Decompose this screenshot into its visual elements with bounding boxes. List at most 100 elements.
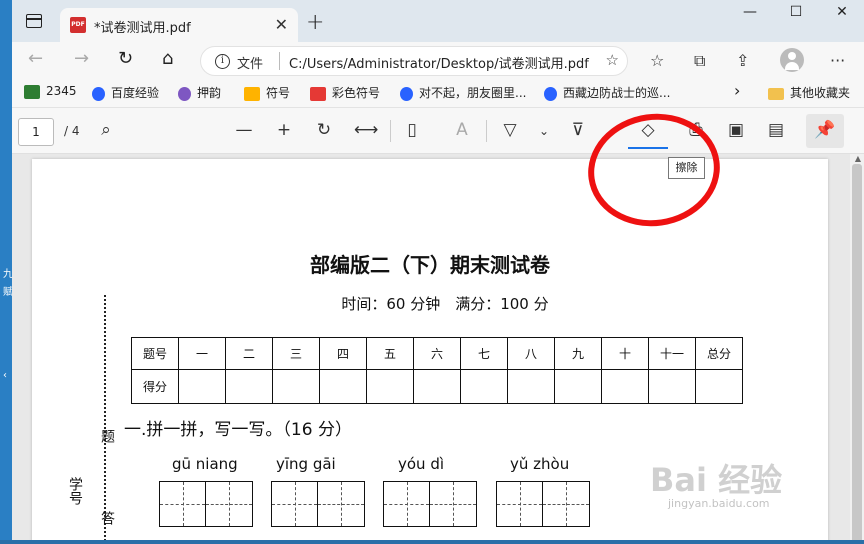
table-cell: 十一 xyxy=(648,337,696,370)
scrollbar[interactable]: ▲ xyxy=(850,154,864,544)
document-subtitle: 时间：60 分钟 满分：100 分 xyxy=(341,295,549,313)
forward-icon[interactable]: → xyxy=(74,48,89,69)
draw-icon[interactable]: ▽ xyxy=(498,120,522,140)
folder-icon xyxy=(768,87,784,100)
side-label-student-id: 学号 xyxy=(67,477,83,505)
address-bar[interactable]: i 文件 C:/Users/Administrator/Desktop/试卷测试… xyxy=(200,46,628,76)
table-cell xyxy=(272,369,320,404)
baidu-paw-icon xyxy=(92,86,105,101)
favorites-overflow-icon[interactable]: › xyxy=(734,81,740,100)
address-divider xyxy=(279,52,280,70)
tab-active[interactable]: PDF *试卷测试用.pdf ✕ xyxy=(60,8,298,42)
highlight-icon[interactable]: ⊽ xyxy=(566,120,590,140)
url-text[interactable]: C:/Users/Administrator/Desktop/试卷测试用.pdf xyxy=(289,53,589,72)
table-cell: 二 xyxy=(225,337,273,370)
table-cell xyxy=(319,369,367,404)
table-cell xyxy=(178,369,226,404)
new-tab-button[interactable]: + xyxy=(306,10,324,35)
chevron-down-icon[interactable]: ⌄ xyxy=(532,124,556,138)
close-icon[interactable]: ✕ xyxy=(275,15,288,34)
share-icon[interactable]: ⇪ xyxy=(736,51,749,70)
toolbar-divider xyxy=(486,120,487,142)
fav-item[interactable]: 彩色符号 xyxy=(310,84,380,101)
collections-icon[interactable]: ⧉ xyxy=(694,51,705,71)
table-cell xyxy=(601,369,649,404)
title-bar: PDF *试卷测试用.pdf ✕ + — ☐ ✕ xyxy=(12,0,864,42)
grid-cell xyxy=(497,482,543,526)
grid-cell xyxy=(318,482,364,526)
score-table: 题号 一 二 三 四 五 六 七 八 九 十 十一 总分 得分 xyxy=(131,337,743,404)
back-icon[interactable]: ← xyxy=(28,48,43,69)
grid-cell xyxy=(384,482,430,526)
toolbar-divider xyxy=(390,120,391,142)
table-cell xyxy=(507,369,555,404)
zoom-out-icon[interactable]: — xyxy=(232,120,256,140)
grid-cell xyxy=(430,482,476,526)
other-favorites-folder[interactable]: 其他收藏夹 xyxy=(768,84,850,101)
table-cell: 十 xyxy=(601,337,649,370)
pdf-icon: PDF xyxy=(70,17,86,33)
section-heading: 一.拼一拼，写一写。（16 分） xyxy=(124,420,352,440)
side-label-ti: 题 xyxy=(99,429,115,443)
baidu-paw-icon xyxy=(544,86,557,101)
grid-cell xyxy=(160,482,206,526)
fav-item[interactable]: 符号 xyxy=(244,84,290,101)
table-cell: 一 xyxy=(178,337,226,370)
scroll-up-icon[interactable]: ▲ xyxy=(855,154,861,163)
table-cell: 得分 xyxy=(131,369,179,404)
table-cell xyxy=(225,369,273,404)
minimize-icon[interactable]: — xyxy=(740,4,760,20)
table-cell: 六 xyxy=(413,337,461,370)
table-cell: 五 xyxy=(366,337,414,370)
table-cell: 四 xyxy=(319,337,367,370)
fav-item[interactable]: 百度经验 xyxy=(92,84,159,101)
window-close-icon[interactable]: ✕ xyxy=(832,4,852,20)
find-icon[interactable]: ⌕ xyxy=(94,120,118,140)
table-cell: 九 xyxy=(554,337,602,370)
refresh-icon[interactable]: ↻ xyxy=(118,48,133,69)
pinyin-label: yǔ zhòu xyxy=(510,455,570,473)
table-cell: 总分 xyxy=(695,337,743,370)
pinyin-label: gū niang xyxy=(172,455,238,473)
home-icon[interactable]: ⌂ xyxy=(162,48,173,69)
table-cell xyxy=(695,369,743,404)
pencil-icon xyxy=(244,86,260,101)
taskbar-edge xyxy=(0,540,864,544)
more-icon[interactable]: ··· xyxy=(830,51,845,70)
rotate-icon[interactable]: ↻ xyxy=(312,120,336,140)
read-aloud-icon[interactable]: A xyxy=(450,120,474,140)
address-scheme-label: 文件 xyxy=(237,57,264,72)
tab-actions-icon[interactable] xyxy=(26,14,42,28)
fav-item[interactable]: 西藏边防战士的巡... xyxy=(544,84,670,101)
writing-grid xyxy=(159,481,253,527)
table-cell: 七 xyxy=(460,337,508,370)
info-icon[interactable]: i xyxy=(215,54,230,69)
fav-item[interactable]: 押韵 xyxy=(178,84,221,101)
zoom-in-icon[interactable]: + xyxy=(272,120,296,140)
scroll-thumb[interactable] xyxy=(852,164,862,544)
pdf-toolbar: 1 / 4 ⌕ — + ↻ ⟷ ▯ A ▽ ⌄ ⊽ ◇ ⎙ ▣ ▤ 📌 xyxy=(12,110,864,154)
page-number-input[interactable]: 1 xyxy=(18,118,54,146)
fav-item[interactable]: 2345 xyxy=(24,84,77,99)
baidu-watermark: Bai 经验 xyxy=(650,461,783,499)
fav-item[interactable]: 对不起，朋友圈里... xyxy=(400,84,526,101)
favorites-bar: 2345 百度经验 押韵 符号 彩色符号 对不起，朋友圈里... 西藏边防战士的… xyxy=(12,78,864,108)
writing-grid xyxy=(383,481,477,527)
save-as-icon[interactable]: ▤ xyxy=(764,120,788,140)
page-view-icon[interactable]: ▯ xyxy=(400,120,424,140)
favorites-icon[interactable]: ☆ xyxy=(650,51,664,70)
baidu-watermark-url: jingyan.baidu.com xyxy=(668,497,770,510)
save-icon[interactable]: ▣ xyxy=(724,120,748,140)
document-title: 部编版二（下）期末测试卷 xyxy=(310,253,550,277)
table-cell xyxy=(413,369,461,404)
table-cell xyxy=(460,369,508,404)
table-cell xyxy=(648,369,696,404)
avatar[interactable] xyxy=(780,48,804,72)
maximize-icon[interactable]: ☐ xyxy=(786,4,806,20)
add-favorite-icon[interactable]: ☆ xyxy=(606,51,619,69)
score-row: 得分 xyxy=(131,369,743,404)
pin-icon: 📌 xyxy=(814,120,836,140)
table-cell xyxy=(554,369,602,404)
fit-width-icon[interactable]: ⟷ xyxy=(354,120,378,140)
tab-title: *试卷测试用.pdf xyxy=(94,21,191,36)
